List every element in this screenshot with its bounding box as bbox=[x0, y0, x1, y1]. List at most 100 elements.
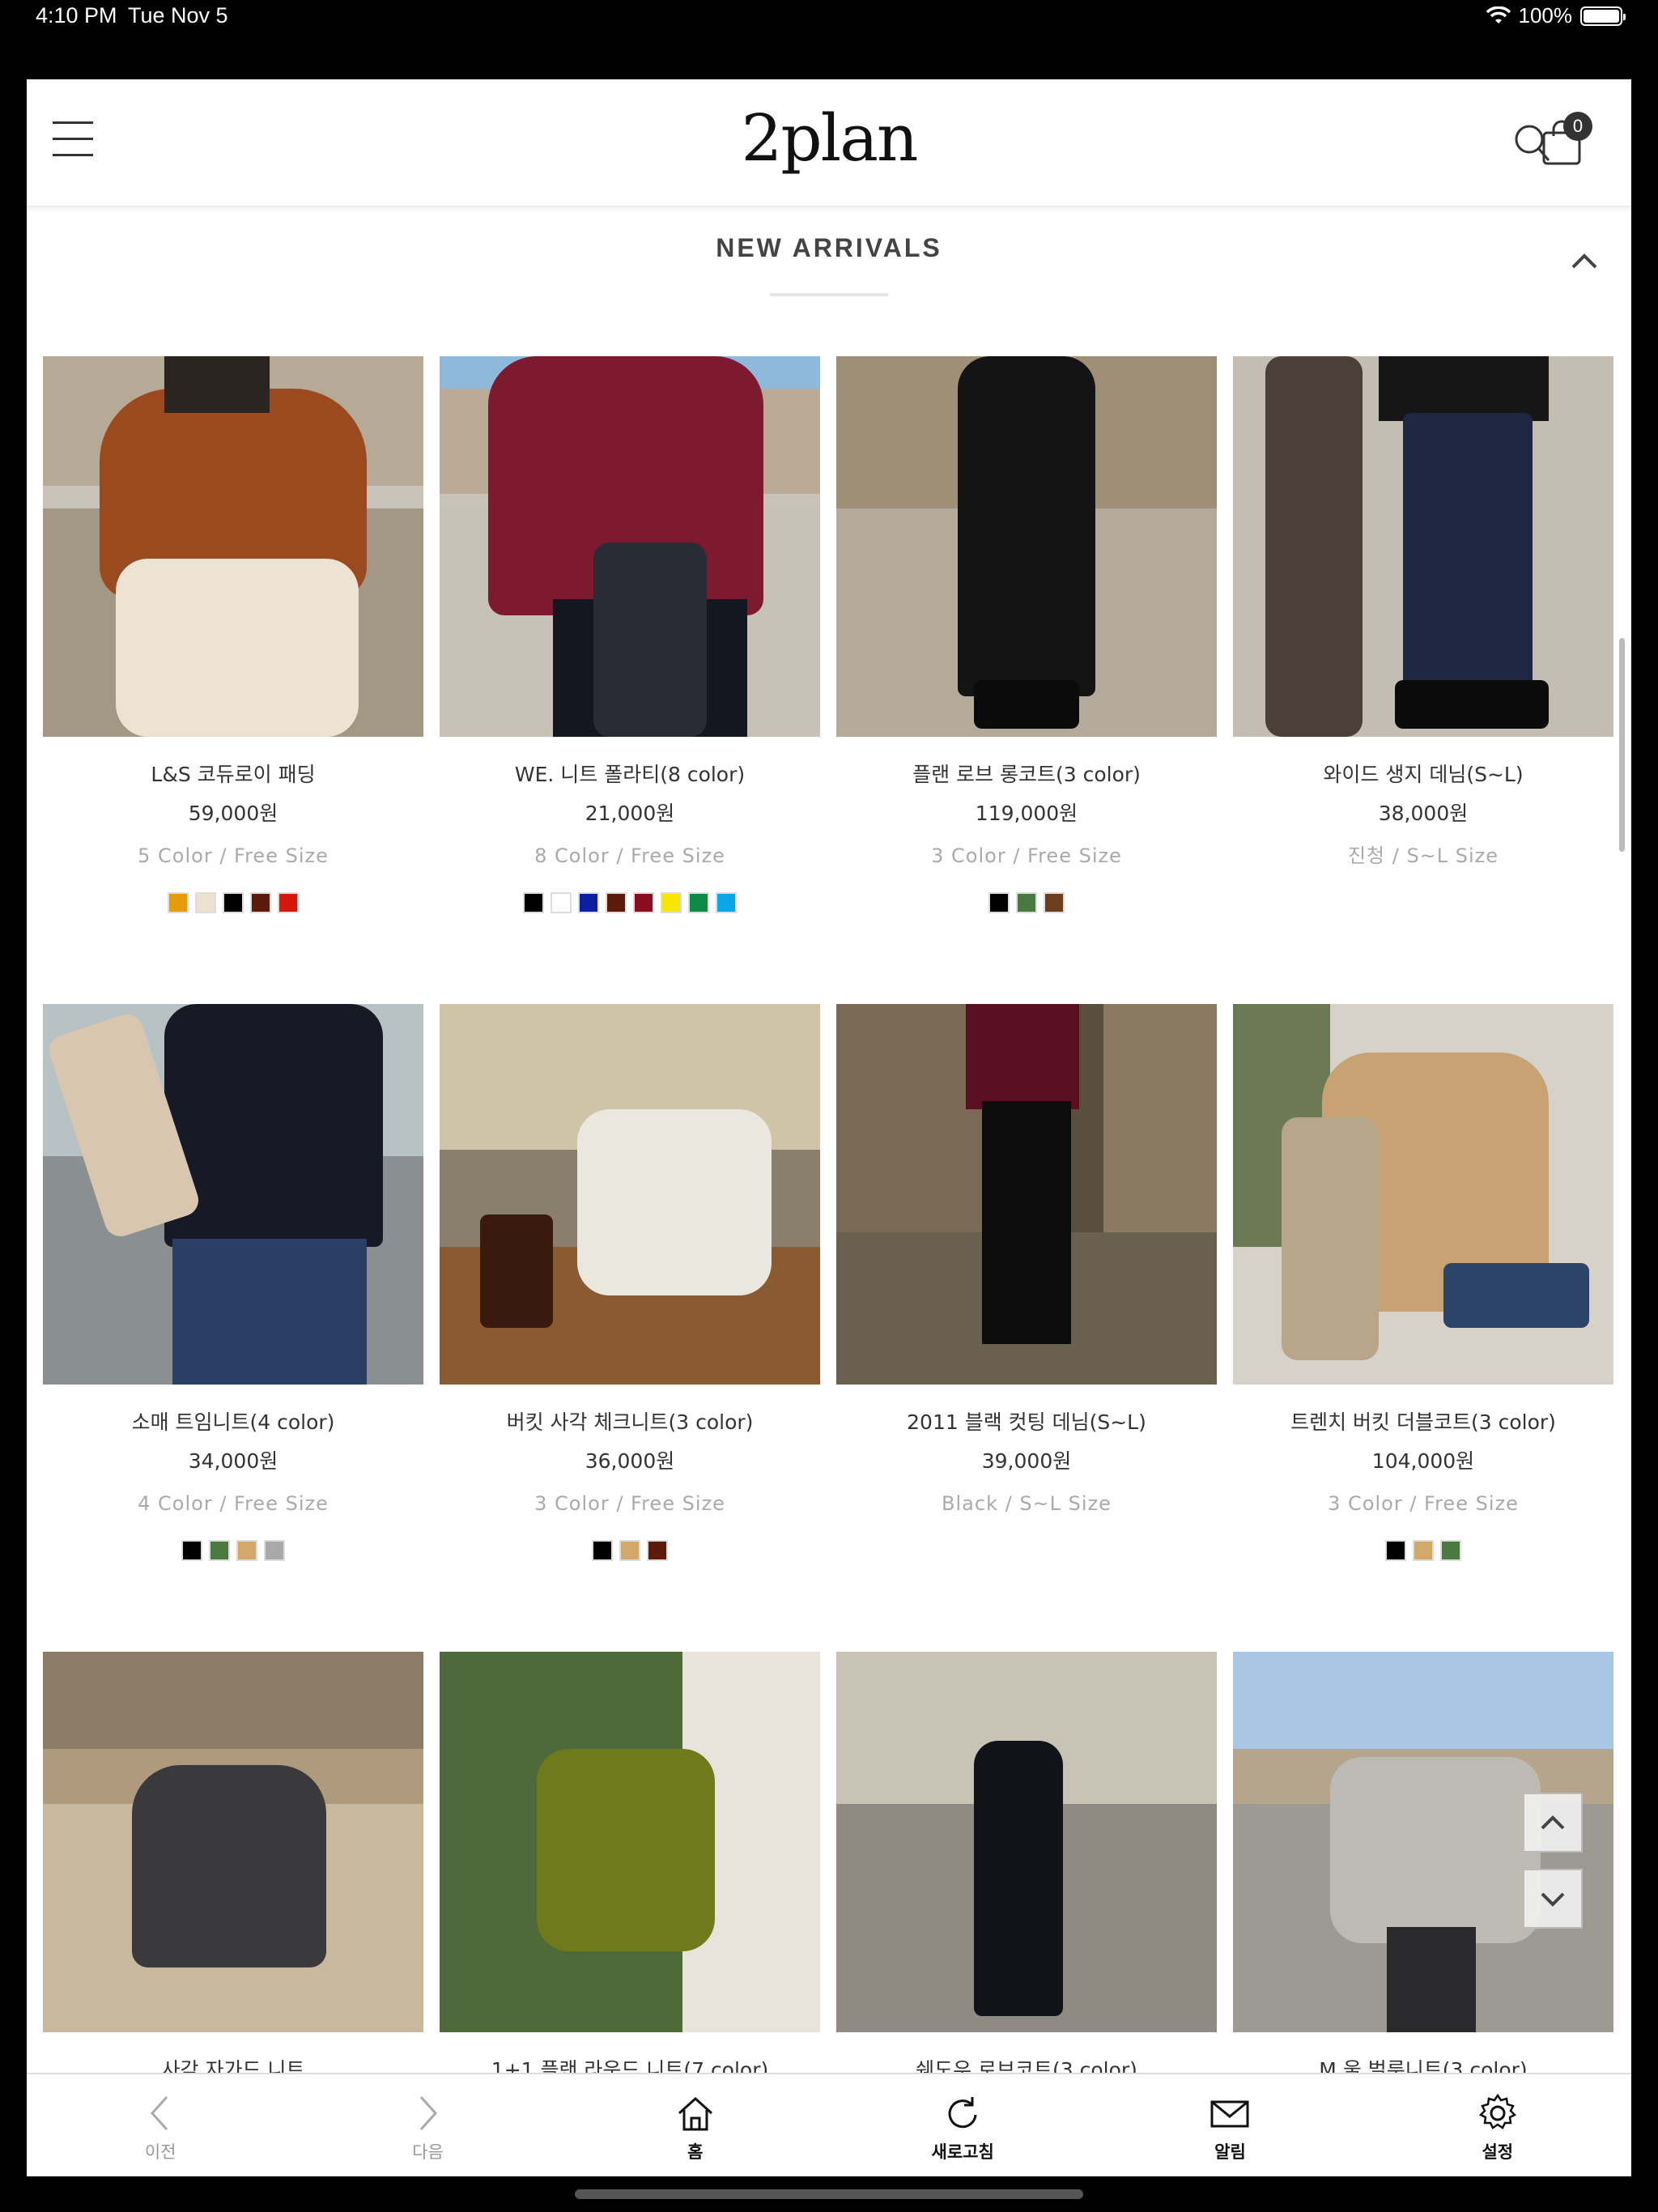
color-swatch bbox=[236, 1540, 257, 1561]
section-title: NEW ARRIVALS bbox=[716, 233, 942, 262]
bottom-toolbar: 이전 다음 홈 새로고침 알림 설정 bbox=[27, 2073, 1631, 2176]
color-swatch bbox=[578, 892, 599, 913]
product-price: 59,000원 bbox=[188, 802, 278, 825]
product-name[interactable]: 와이드 생지 데님(S~L) bbox=[1233, 761, 1613, 789]
notifications-label: 알림 bbox=[1214, 2142, 1246, 2162]
chevron-up-icon bbox=[1541, 1815, 1565, 1830]
site-logo[interactable]: 2plan bbox=[27, 100, 1631, 176]
product-image[interactable] bbox=[836, 1652, 1217, 2032]
color-swatches bbox=[440, 892, 820, 913]
product-price: 39,000원 bbox=[981, 1449, 1072, 1473]
product-name[interactable]: 소매 트임니트(4 color) bbox=[43, 1409, 423, 1436]
home-icon bbox=[678, 2096, 712, 2131]
color-swatch bbox=[181, 1540, 202, 1561]
product-options: 5 Color / Free Size bbox=[138, 844, 329, 867]
envelope-icon bbox=[1210, 2100, 1249, 2128]
product-options: 3 Color / Free Size bbox=[1328, 1492, 1519, 1515]
back-label: 이전 bbox=[144, 2142, 176, 2162]
chevron-down-icon bbox=[1541, 1892, 1565, 1907]
color-swatch bbox=[1385, 1540, 1406, 1561]
product-options: 8 Color / Free Size bbox=[534, 844, 725, 867]
app-window: 2plan 0 NEW ARRIVALS L&S 코듀로이 패딩 59,000원… bbox=[27, 79, 1631, 2176]
home-label: 홈 bbox=[687, 2142, 704, 2162]
product-name[interactable]: L&S 코듀로이 패딩 bbox=[43, 761, 423, 789]
product-options: 3 Color / Free Size bbox=[534, 1492, 725, 1515]
product-price: 38,000원 bbox=[1378, 802, 1469, 825]
scrollbar[interactable] bbox=[1619, 638, 1625, 852]
chevron-right-icon bbox=[420, 2095, 438, 2131]
color-swatch bbox=[551, 892, 572, 913]
product-card[interactable]: L&S 코듀로이 패딩 59,000원 5 Color / Free Size bbox=[43, 356, 423, 1004]
forward-label: 다음 bbox=[412, 2142, 444, 2162]
product-card[interactable]: 2011 블랙 컷팅 데님(S~L) 39,000원 Black / S~L S… bbox=[836, 1004, 1217, 1652]
back-button[interactable]: 이전 bbox=[27, 2074, 294, 2176]
product-card[interactable]: 플랜 로브 롱코트(3 color) 119,000원 3 Color / Fr… bbox=[836, 356, 1217, 1004]
scroll-to-top-button[interactable] bbox=[1523, 1793, 1583, 1853]
product-image[interactable] bbox=[1233, 356, 1613, 737]
cart-count-badge: 0 bbox=[1563, 112, 1592, 141]
product-card[interactable]: WE. 니트 폴라티(8 color) 21,000원 8 Color / Fr… bbox=[440, 356, 820, 1004]
cart-button[interactable]: 0 bbox=[1541, 112, 1592, 165]
product-card[interactable]: 버킷 사각 체크니트(3 color) 36,000원 3 Color / Fr… bbox=[440, 1004, 820, 1652]
product-image[interactable] bbox=[440, 356, 820, 737]
product-card[interactable]: 와이드 생지 데님(S~L) 38,000원 진청 / S~L Size bbox=[1233, 356, 1613, 1004]
color-swatches bbox=[43, 1540, 423, 1561]
color-swatch bbox=[1413, 1540, 1434, 1561]
product-price: 104,000원 bbox=[1371, 1449, 1475, 1473]
product-image[interactable] bbox=[836, 356, 1217, 737]
color-swatch bbox=[1440, 1540, 1461, 1561]
color-swatch bbox=[661, 892, 682, 913]
product-name[interactable]: 2011 블랙 컷팅 데님(S~L) bbox=[836, 1409, 1217, 1436]
status-date: Tue Nov 5 bbox=[128, 3, 228, 28]
color-swatch bbox=[250, 892, 271, 913]
color-swatch bbox=[523, 892, 544, 913]
product-card[interactable]: 트렌치 버킷 더블코트(3 color) 104,000원 3 Color / … bbox=[1233, 1004, 1613, 1652]
color-swatch bbox=[592, 1540, 613, 1561]
color-swatches bbox=[440, 1540, 820, 1561]
color-swatch bbox=[209, 1540, 230, 1561]
color-swatch bbox=[195, 892, 216, 913]
scroll-to-bottom-button[interactable] bbox=[1523, 1869, 1583, 1929]
product-image[interactable] bbox=[1233, 1004, 1613, 1385]
product-image[interactable] bbox=[440, 1652, 820, 2032]
product-grid: L&S 코듀로이 패딩 59,000원 5 Color / Free Size … bbox=[43, 356, 1615, 2176]
product-image[interactable] bbox=[43, 356, 423, 737]
refresh-button[interactable]: 새로고침 bbox=[829, 2074, 1096, 2176]
color-swatch bbox=[1044, 892, 1065, 913]
forward-button[interactable]: 다음 bbox=[294, 2074, 561, 2176]
product-options: 3 Color / Free Size bbox=[931, 844, 1122, 867]
product-image[interactable] bbox=[43, 1652, 423, 2032]
product-name[interactable]: 버킷 사각 체크니트(3 color) bbox=[440, 1409, 820, 1436]
color-swatch bbox=[988, 892, 1010, 913]
battery-percent: 100% bbox=[1518, 3, 1573, 28]
status-bar: 4:10 PM Tue Nov 5 100% bbox=[0, 0, 1658, 79]
color-swatch bbox=[688, 892, 709, 913]
product-options: 진청 / S~L Size bbox=[1347, 844, 1499, 867]
wifi-icon bbox=[1486, 6, 1511, 23]
settings-button[interactable]: 설정 bbox=[1364, 2074, 1631, 2176]
notifications-button[interactable]: 알림 bbox=[1096, 2074, 1363, 2176]
status-right: 100% bbox=[1486, 3, 1626, 28]
product-price: 36,000원 bbox=[585, 1449, 675, 1473]
color-swatch bbox=[647, 1540, 668, 1561]
product-name[interactable]: 플랜 로브 롱코트(3 color) bbox=[836, 761, 1217, 789]
battery-icon bbox=[1580, 6, 1626, 26]
chevron-up-icon[interactable] bbox=[1568, 248, 1601, 272]
product-image[interactable] bbox=[440, 1004, 820, 1385]
product-image[interactable] bbox=[43, 1004, 423, 1385]
section-title-underline bbox=[770, 293, 888, 296]
status-time: 4:10 PM bbox=[36, 3, 117, 28]
color-swatches bbox=[1233, 1540, 1613, 1561]
color-swatch bbox=[619, 1540, 640, 1561]
product-name[interactable]: WE. 니트 폴라티(8 color) bbox=[440, 761, 820, 789]
product-card[interactable]: 소매 트임니트(4 color) 34,000원 4 Color / Free … bbox=[43, 1004, 423, 1652]
home-indicator bbox=[575, 2189, 1083, 2199]
home-button[interactable]: 홈 bbox=[562, 2074, 829, 2176]
product-image[interactable] bbox=[836, 1004, 1217, 1385]
product-price: 119,000원 bbox=[975, 802, 1078, 825]
product-name[interactable]: 트렌치 버킷 더블코트(3 color) bbox=[1233, 1409, 1613, 1436]
color-swatch bbox=[1016, 892, 1037, 913]
site-header: 2plan 0 bbox=[27, 79, 1631, 207]
color-swatch bbox=[716, 892, 737, 913]
product-price: 34,000원 bbox=[188, 1449, 278, 1473]
